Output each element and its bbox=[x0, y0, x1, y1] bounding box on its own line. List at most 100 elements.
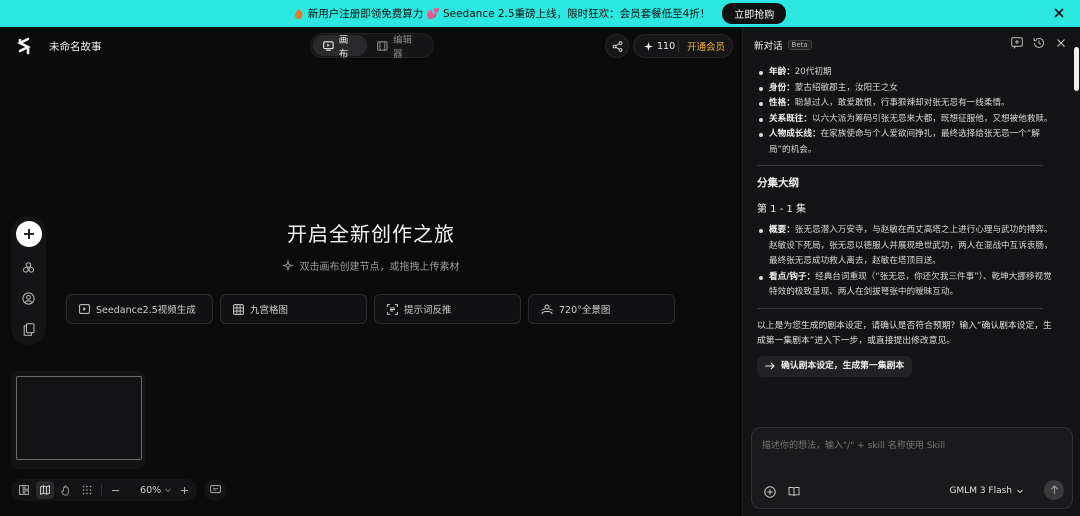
field-key: 看点/钩子： bbox=[769, 271, 816, 282]
model-selector[interactable]: GMLM 3 Flash bbox=[949, 486, 1024, 496]
chat-composer[interactable]: 描述你的想法，输入"/" + skill 名称使用 Skill GMLM 3 F… bbox=[751, 427, 1073, 509]
list-item: 性格：聪慧过人，敢爱敢恨，行事狠辣却对张无忌有一线柔情。 bbox=[757, 96, 1057, 112]
list-item: 关系既往：以六大派为筹码引张无忌来大都，既想征服他，又想被他救赎。 bbox=[757, 112, 1057, 128]
copy-icon bbox=[23, 322, 34, 336]
list-item: 人物成长线：在家族使命与个人爱欲间挣扎，最终选择给张无忌一个“解局”的机会。 bbox=[757, 127, 1057, 158]
arrow-right-icon bbox=[765, 362, 775, 370]
confirm-script-button[interactable]: 确认剧本设定，生成第一集剧本 bbox=[757, 355, 913, 377]
divider bbox=[100, 484, 102, 496]
quick-action-label: 九宫格图 bbox=[250, 305, 289, 316]
credit-balance[interactable]: 110 bbox=[634, 41, 678, 52]
minimap-viewport[interactable] bbox=[16, 376, 142, 460]
canvas-subtitle-wrap: 双击画布创建节点，或拖拽上传素材 bbox=[0, 258, 742, 273]
zoom-out-button[interactable] bbox=[107, 481, 125, 499]
composer-input[interactable]: 描述你的想法，输入"/" + skill 名称使用 Skill bbox=[762, 438, 945, 451]
character-tool[interactable] bbox=[18, 287, 40, 309]
video-icon bbox=[79, 304, 90, 314]
map-button[interactable] bbox=[35, 481, 54, 499]
field-key: 关系既往： bbox=[769, 113, 812, 124]
field-value: 蒙古绍敏郡主，汝阳王之女 bbox=[794, 82, 898, 93]
minus-icon bbox=[111, 489, 119, 491]
hand-tool-button[interactable] bbox=[57, 481, 75, 499]
share-button[interactable] bbox=[605, 34, 629, 58]
episode-list: 概要：张无忌潜入万安寺，与赵敏在西丈高塔之上进行心理与武功的搏弈。赵敏设下死局，… bbox=[757, 223, 1057, 301]
field-key: 年龄： bbox=[769, 67, 795, 77]
episode-heading: 第 1 - 1 集 bbox=[757, 203, 807, 215]
sparkle-icon bbox=[282, 260, 294, 271]
zoom-in-button[interactable] bbox=[175, 481, 193, 499]
minimap[interactable] bbox=[11, 371, 145, 469]
field-value: 张无忌潜入万安寺，与赵敏在西丈高塔之上进行心理与武功的搏弈。赵敏设下死局，张无忌… bbox=[769, 225, 1053, 266]
buy-now-button[interactable]: 立即抢购 bbox=[722, 3, 787, 24]
quick-action-prompt-reverse[interactable]: 提示词反推 bbox=[374, 294, 521, 324]
story-title[interactable]: 未命名故事 bbox=[49, 39, 102, 54]
tab-editor[interactable]: 编辑器 bbox=[367, 35, 431, 60]
canvas-subtitle: 双击画布创建节点，或拖拽上传素材 bbox=[299, 262, 460, 273]
chevron-down-icon[interactable] bbox=[164, 486, 172, 494]
quick-action-video[interactable]: Seedance2.5视频生成 bbox=[66, 294, 213, 324]
canvas-controls: 60% bbox=[11, 479, 197, 501]
scrollbar[interactable] bbox=[1074, 47, 1079, 91]
outline-heading: 分集大纲 bbox=[757, 177, 799, 189]
fire-icon bbox=[294, 8, 303, 19]
plus-icon bbox=[180, 486, 188, 494]
tab-canvas[interactable]: 画布 bbox=[313, 35, 368, 60]
new-chat-icon[interactable] bbox=[1011, 37, 1023, 49]
top-bar: 未命名故事 画布 编辑器 110 开通会员 bbox=[0, 27, 742, 65]
vip-button[interactable]: 开通会员 bbox=[679, 39, 725, 53]
promo-banner: 新用户注册即领免费算力 💕 Seedance 2.5重磅上线，限时狂欢：会员套餐… bbox=[0, 0, 1080, 27]
circles-icon bbox=[23, 261, 34, 273]
chevron-down-icon bbox=[1017, 489, 1023, 494]
arrow-up-icon bbox=[1050, 485, 1058, 494]
book-icon[interactable] bbox=[788, 486, 800, 497]
quick-action-label: 提示词反推 bbox=[404, 305, 452, 316]
assets-tool[interactable] bbox=[18, 318, 40, 340]
quick-action-grid[interactable]: 九宫格图 bbox=[220, 294, 367, 324]
field-value: 聪慧过人，敢爱敢恨，行事狠辣却对张无忌有一线柔情。 bbox=[794, 98, 1010, 108]
field-value: 以六大派为筹码引张无忌来大都，既想征服他，又想被他救赎。 bbox=[811, 113, 1053, 124]
canvas-icon bbox=[323, 40, 334, 51]
logo-icon[interactable] bbox=[16, 37, 32, 55]
history-icon[interactable] bbox=[1033, 37, 1045, 49]
list-item: 年龄：20代初期 bbox=[757, 65, 1057, 81]
zoom-level[interactable]: 60% bbox=[127, 485, 161, 496]
layout-button[interactable] bbox=[15, 481, 33, 499]
credit-value: 110 bbox=[657, 40, 676, 52]
quick-actions: Seedance2.5视频生成 九宫格图 提示词反推 720°全景图 bbox=[66, 294, 675, 324]
chat-messages: 年龄：20代初期 身份：蒙古绍敏郡主，汝阳王之女 性格：聪慧过人，敢爱敢恨，行事… bbox=[757, 65, 1057, 435]
banner-message-wrap: 新用户注册即领免费算力 💕 Seedance 2.5重磅上线，限时狂欢：会员套餐… bbox=[294, 6, 710, 21]
quick-action-label: 720°全景图 bbox=[559, 305, 611, 316]
field-key: 人物成长线： bbox=[769, 129, 821, 139]
comment-button[interactable] bbox=[204, 479, 226, 501]
panel-title: 新对话 bbox=[754, 41, 783, 52]
chat-panel: 新对话 Beta 年龄：20代初期 身份：蒙古绍敏郡主，汝阳王之女 性格：聪慧过… bbox=[742, 27, 1080, 516]
sparkle-icon bbox=[644, 41, 653, 51]
hand-icon bbox=[61, 485, 69, 496]
layout-icon bbox=[19, 485, 29, 495]
character-list: 年龄：20代初期 身份：蒙古绍敏郡主，汝阳王之女 性格：聪慧过人，敢爱敢恨，行事… bbox=[757, 65, 1057, 158]
plus-icon bbox=[23, 229, 34, 239]
share-icon bbox=[612, 40, 622, 52]
list-item: 身份：蒙古绍敏郡主，汝阳王之女 bbox=[757, 81, 1057, 97]
beta-badge: Beta bbox=[787, 40, 812, 50]
panel-header-actions bbox=[1011, 37, 1067, 49]
panel-header: 新对话 Beta bbox=[743, 27, 1080, 63]
divider bbox=[757, 307, 1043, 309]
divider bbox=[757, 165, 1043, 166]
panorama-icon bbox=[541, 304, 553, 314]
close-icon[interactable] bbox=[1052, 6, 1066, 20]
scan-icon bbox=[387, 303, 398, 315]
add-node-button[interactable] bbox=[15, 221, 42, 247]
list-item: 看点/钩子：经典台词重现（“张无忌，你还欠我三件事”）、乾坤大挪移视觉特效的极致… bbox=[757, 270, 1057, 301]
quick-action-label: Seedance2.5视频生成 bbox=[96, 305, 196, 316]
model-name: GMLM 3 Flash bbox=[949, 486, 1012, 496]
field-value: 20代初期 bbox=[794, 67, 832, 77]
send-button[interactable] bbox=[1044, 480, 1064, 500]
quick-action-panorama[interactable]: 720°全景图 bbox=[528, 294, 675, 324]
add-circle-icon[interactable] bbox=[764, 486, 776, 498]
grid-icon bbox=[233, 303, 244, 315]
composer-tools bbox=[764, 486, 800, 498]
close-icon[interactable] bbox=[1055, 37, 1067, 49]
nodes-tool[interactable] bbox=[18, 256, 40, 278]
grid-toggle-button[interactable] bbox=[78, 481, 96, 499]
